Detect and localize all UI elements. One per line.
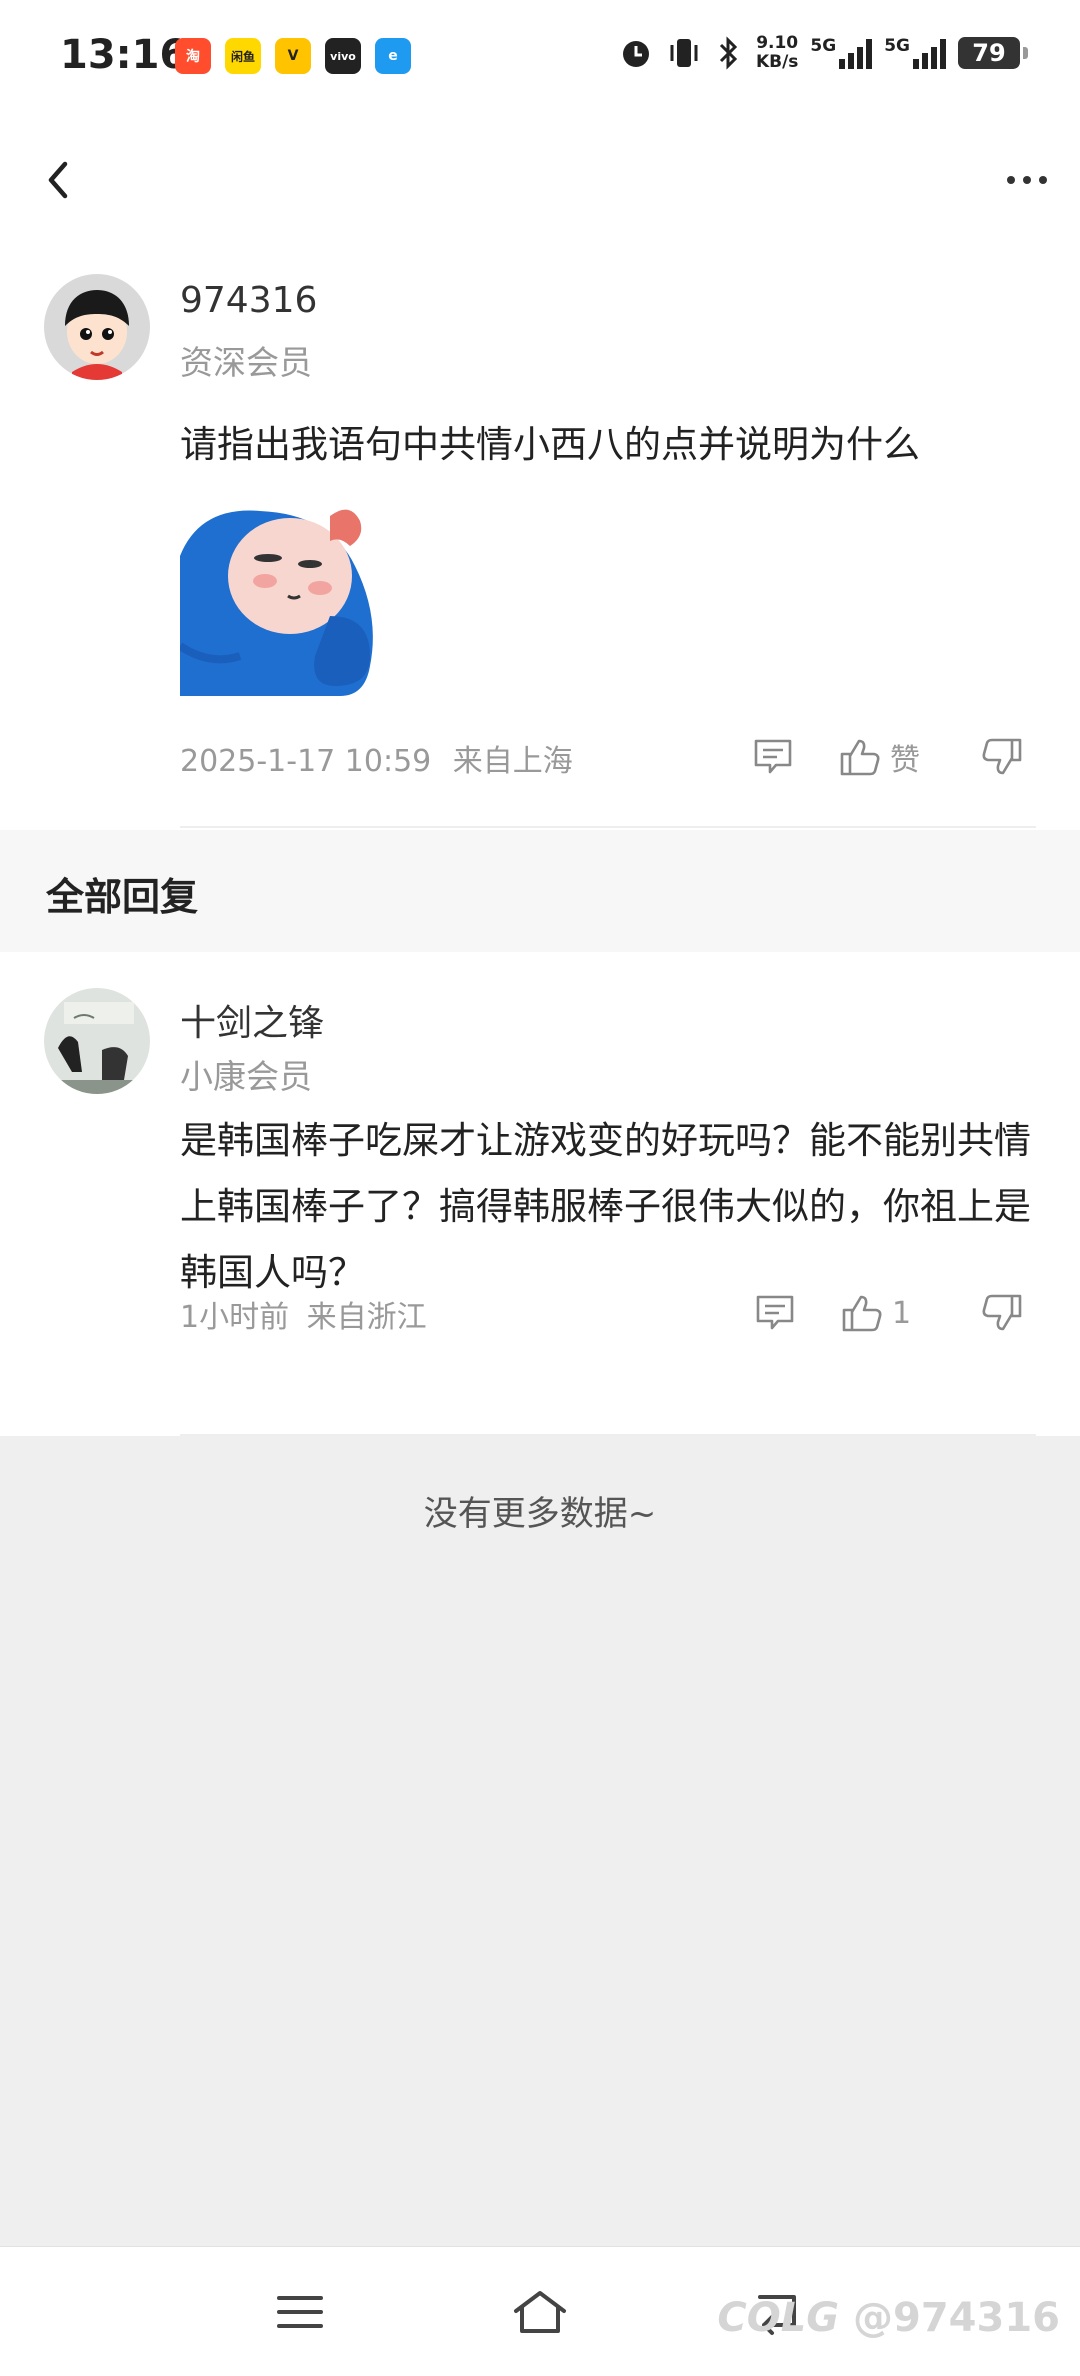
reply-timestamp: 1小时前 — [180, 1300, 290, 1335]
more-dot-icon — [1039, 176, 1047, 184]
replies-section-header: 全部回复 — [0, 830, 1080, 952]
divider — [180, 826, 1036, 828]
thumbs-up-icon — [840, 739, 880, 776]
like-label: 赞 — [890, 743, 920, 778]
signal-2: 5G — [884, 37, 946, 69]
reply-username[interactable]: 十剑之锋 — [180, 994, 324, 1046]
signal-1: 5G — [810, 37, 873, 69]
reply-meta: 1小时前 来自浙江 — [180, 1292, 427, 1336]
thumbs-down-icon — [982, 1294, 1022, 1331]
menu-button[interactable] — [260, 2277, 340, 2347]
reply-actions: 1 — [754, 1288, 1024, 1338]
back-button[interactable] — [28, 150, 88, 210]
battery-icon: 79 — [958, 37, 1028, 69]
blue-mascot-sticker-icon — [180, 509, 373, 696]
system-navigation-bar: COLG @974316 — [0, 2246, 1080, 2376]
status-time: 13:16 — [60, 32, 188, 78]
post-sticker-image[interactable] — [180, 496, 390, 696]
post-user-level: 资深会员 — [180, 343, 312, 382]
signal-bars-icon — [913, 37, 946, 69]
thumbs-down-icon — [982, 738, 1022, 775]
dislike-button[interactable] — [980, 1288, 1024, 1338]
thumbs-up-icon — [842, 1295, 882, 1332]
avatar[interactable] — [44, 274, 150, 380]
signal-bars-icon — [839, 37, 873, 69]
menu-icon — [277, 2296, 323, 2328]
post-actions: 赞 — [752, 732, 1024, 782]
reply-content: 是韩国棒子吃屎才让游戏变的好玩吗？能不能别共情上韩国棒子了？搞得韩服棒子很伟大似… — [180, 1119, 1031, 1294]
bluetooth-icon — [719, 36, 738, 70]
comment-icon — [754, 739, 792, 774]
home-icon — [514, 2291, 566, 2333]
reply-item: 十剑之锋 小康会员 是韩国棒子吃屎才让游戏变的好玩吗？能不能别共情上韩国棒子了？… — [0, 952, 1080, 1436]
home-button[interactable] — [500, 2277, 580, 2347]
like-count: 1 — [892, 1295, 912, 1331]
xianyu-icon: 闲鱼 — [225, 38, 261, 74]
alarm-icon — [622, 41, 649, 67]
more-dot-icon — [1023, 176, 1031, 184]
reply-location: 来自浙江 — [306, 1300, 427, 1335]
vivo-icon: vivo — [325, 38, 361, 74]
taobao-icon: 淘 — [175, 38, 211, 74]
eleme-icon: e — [375, 38, 411, 74]
avatar-photo-icon — [44, 988, 150, 1094]
avatar[interactable] — [44, 988, 150, 1094]
original-post: 974316 资深会员 请指出我语句中共情小西八的点并说明为什么 2025-1-… — [0, 240, 1080, 830]
like-button[interactable]: 赞 — [838, 732, 920, 782]
like-button[interactable]: 1 — [840, 1288, 926, 1338]
reply-user-level: 小康会员 — [180, 1057, 312, 1096]
network-speed: 9.10 KB/s — [755, 33, 799, 72]
post-username[interactable]: 974316 — [180, 280, 317, 321]
more-options-button[interactable] — [992, 150, 1062, 210]
post-location: 来自上海 — [452, 744, 573, 779]
avatar-cartoon-boy-icon — [44, 274, 150, 380]
post-meta: 2025-1-17 10:59 来自上海 — [180, 736, 573, 780]
comment-icon — [756, 1295, 794, 1330]
no-more-data-text: 没有更多数据~ — [423, 1494, 657, 1534]
meituan-icon: V — [275, 38, 311, 74]
post-timestamp: 2025-1-17 10:59 — [180, 744, 432, 779]
section-title: 全部回复 — [46, 875, 199, 919]
comment-button[interactable] — [752, 732, 794, 782]
comment-button[interactable] — [754, 1288, 796, 1338]
chevron-left-icon — [48, 161, 68, 199]
status-indicators: 9.10 KB/s 5G 5G 79 — [618, 33, 1028, 72]
post-content: 请指出我语句中共情小西八的点并说明为什么 — [180, 423, 920, 466]
vibrate-icon — [670, 39, 698, 67]
more-dot-icon — [1007, 176, 1015, 184]
screen: 13:16 淘 闲鱼 V vivo e 9.10 KB/s 5G 5G 79 9… — [0, 0, 1080, 2376]
top-navigation-bar — [0, 120, 1080, 240]
status-bar: 13:16 淘 闲鱼 V vivo e 9.10 KB/s 5G 5G 79 — [0, 0, 1080, 120]
dislike-button[interactable] — [980, 732, 1024, 782]
watermark: COLG @974316 — [717, 2295, 1060, 2341]
notification-app-icons: 淘 闲鱼 V vivo e — [175, 38, 411, 74]
